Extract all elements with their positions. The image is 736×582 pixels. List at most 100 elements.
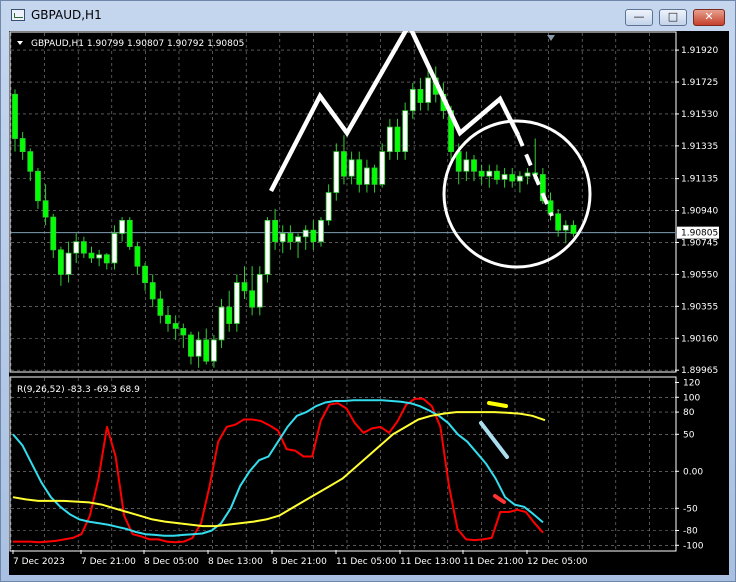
- candle-body: [80, 241, 87, 254]
- close-icon: ✕: [704, 10, 714, 23]
- time-tick-label: 8 Dec 13:00: [208, 557, 263, 567]
- candle-body: [386, 126, 393, 153]
- trend-mark-red: [493, 494, 506, 504]
- candle-body: [570, 224, 577, 234]
- highlight-circle: [442, 119, 592, 269]
- candle-body: [379, 151, 386, 185]
- candle-body: [218, 306, 225, 341]
- window-title: GBPAUD,H1: [31, 8, 102, 22]
- candle-body: [134, 246, 141, 267]
- candle-body: [287, 233, 294, 243]
- candle-body: [73, 241, 80, 254]
- time-tick-label: 7 Dec 21:00: [81, 557, 136, 567]
- candle-body: [402, 110, 409, 153]
- time-tick-label: 11 Dec 21:00: [463, 557, 524, 567]
- indicator-tick-label: -50: [683, 504, 698, 514]
- candle-body: [149, 282, 156, 300]
- indicator-lines: [12, 397, 546, 544]
- candle-body: [119, 219, 125, 234]
- maximize-button[interactable]: □: [659, 9, 687, 26]
- price-tick-label: 1.91530: [681, 110, 718, 120]
- price-tick-label: 1.89965: [681, 366, 718, 376]
- price-axis: 1.91920 1.91725 1.91530 1.91335 1.91135 1.909…: [675, 46, 719, 376]
- candle-body: [210, 339, 217, 362]
- yellow-mark: [487, 401, 508, 408]
- price-tick-label: 1.90355: [681, 302, 718, 312]
- grid-lines: [9, 31, 677, 552]
- candle-body: [88, 252, 95, 259]
- indicator-series-line: [13, 397, 544, 544]
- candle-body: [27, 151, 34, 172]
- indicator-info: R(9,26,52) -83.3 -69.3 68.9: [17, 385, 140, 395]
- main-panel-frame: [9, 31, 677, 373]
- price-tick-label: 1.90940: [681, 207, 718, 217]
- candle-body: [363, 167, 370, 185]
- candle-body: [318, 219, 324, 243]
- candle-body: [233, 282, 240, 324]
- chart-shift-marker-icon[interactable]: [547, 35, 555, 41]
- candle-body: [35, 170, 41, 202]
- time-tick-label: 8 Dec 21:00: [272, 557, 327, 567]
- candle-body: [195, 339, 202, 357]
- pattern-outline-line: [269, 31, 521, 193]
- indicator-tick-label: 100: [683, 393, 700, 403]
- candle-body: [348, 159, 355, 177]
- candle-body: [42, 200, 49, 218]
- candle-body: [65, 252, 72, 275]
- indicator-tick-label: 0.00: [683, 467, 703, 477]
- candle-body: [341, 151, 347, 177]
- candle-body: [501, 174, 508, 180]
- candle-body: [264, 219, 271, 275]
- candle-body: [50, 216, 57, 251]
- indicator-tick-label: 80: [683, 408, 695, 418]
- price-tick-label: 1.90160: [681, 334, 718, 344]
- candle-body: [371, 167, 378, 185]
- candle-body: [394, 126, 401, 153]
- candle-body: [409, 88, 416, 112]
- candle-body: [471, 159, 477, 172]
- time-tick-label: 11 Dec 05:00: [336, 557, 397, 567]
- indicator-series-line: [12, 411, 546, 528]
- candle-body: [463, 159, 470, 172]
- chart-window-icon: [11, 9, 25, 21]
- close-button[interactable]: ✕: [693, 9, 725, 26]
- candle-body: [333, 151, 340, 193]
- trend-mark-blue: [479, 421, 509, 459]
- price-tick-label: 1.90550: [681, 270, 718, 280]
- candle-body: [96, 254, 103, 259]
- price-tick-label: 1.91135: [681, 175, 718, 185]
- candle-body: [516, 175, 523, 182]
- candle-body: [256, 274, 263, 308]
- indicator-tick-label: 50: [683, 430, 695, 440]
- candle-body: [142, 265, 148, 283]
- candle-body: [203, 339, 210, 362]
- indicator-tick-label: -80: [683, 526, 698, 536]
- time-tick-label: 12 Dec 05:00: [527, 557, 588, 567]
- minimize-button[interactable]: —: [625, 9, 653, 26]
- candle-body: [126, 219, 133, 247]
- indicator-tick-label: 120: [683, 378, 700, 388]
- title-bar[interactable]: GBPAUD,H1 — □ ✕: [1, 1, 735, 31]
- candle-body: [302, 229, 309, 238]
- plot-area[interactable]: 1.91920 1.91725 1.91530 1.91335 1.91135 1.909…: [9, 31, 729, 575]
- chart-canvas[interactable]: 1.91920 1.91725 1.91530 1.91335 1.91135 1.909…: [9, 31, 729, 575]
- candle-body: [562, 224, 569, 231]
- candle-body: [478, 170, 485, 177]
- candle-body: [325, 192, 332, 221]
- price-tick-label: 1.91335: [681, 142, 718, 152]
- candle-body: [486, 170, 493, 177]
- candle-body: [180, 328, 187, 336]
- chart-window: GBPAUD,H1 — □ ✕ 1.91920 1.91725 1.91530 1.9…: [0, 0, 736, 582]
- candle-body: [494, 170, 500, 180]
- candle-body: [417, 88, 424, 103]
- price-tick-label: 1.91920: [681, 46, 718, 56]
- indicator-tick-label: -100: [683, 541, 704, 551]
- time-tick-label: 8 Dec 05:00: [144, 557, 199, 567]
- candle-body: [279, 233, 286, 243]
- candle-body: [58, 249, 64, 275]
- symbol-info: GBPAUD,H1 1.90799 1.90807 1.90792 1.9080…: [31, 39, 244, 49]
- candle-body: [103, 254, 110, 264]
- collapse-arrow-icon[interactable]: [17, 41, 23, 45]
- candle-body: [172, 323, 179, 329]
- maximize-icon: □: [667, 10, 679, 23]
